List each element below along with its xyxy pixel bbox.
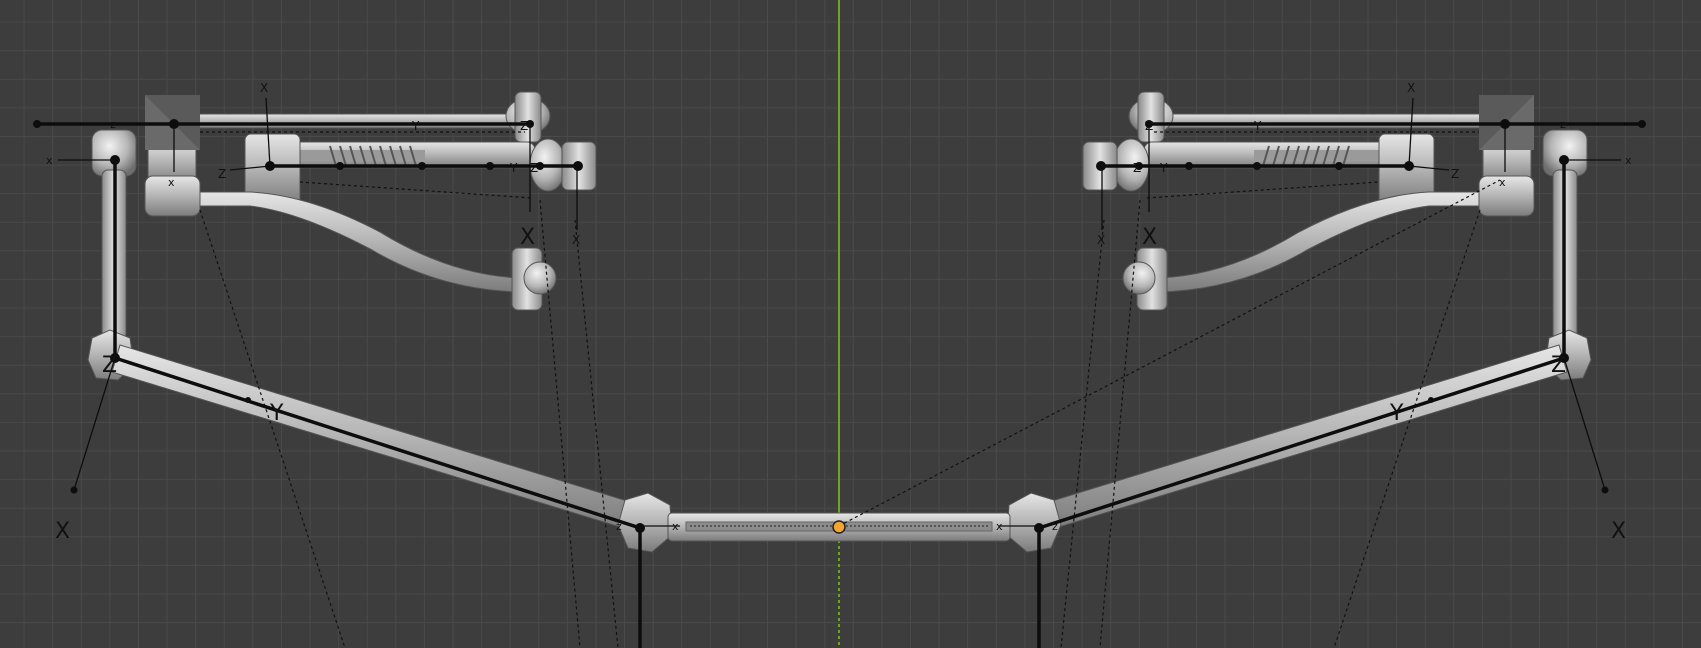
axis-label-z: z	[1560, 118, 1566, 131]
axis-label-x: X	[260, 81, 268, 95]
axis-label-y: Y	[1159, 161, 1168, 175]
relationship-lines	[199, 131, 1501, 648]
axis-label-z: z	[616, 520, 622, 533]
axis-label-x: X	[1611, 519, 1626, 544]
axis-label-z: Z	[1133, 161, 1141, 175]
axis-label-x: x	[1625, 154, 1632, 167]
axis-label-x: x	[1499, 176, 1506, 189]
axis-label-y: Y	[269, 401, 284, 426]
axis-label-x: X	[55, 519, 70, 544]
object-origin[interactable]	[832, 520, 846, 534]
axis-label-z: Z	[520, 119, 528, 133]
axis-label-y: Y	[1389, 401, 1404, 426]
axis-label-x: X	[1407, 81, 1415, 95]
3d-viewport[interactable]: X X Z Z Y Y X X X X Y Y Z Z Z Z Z Z Y Y …	[0, 0, 1701, 648]
axis-label-x: X	[1097, 233, 1105, 247]
axis-label-z: Z	[102, 353, 117, 378]
axis-label-y: Y	[1253, 119, 1262, 133]
axis-label-z: Z	[530, 161, 538, 175]
axis-label-z: Z	[1145, 119, 1153, 133]
axis-label-z: Z	[218, 167, 226, 181]
axis-label-y: Y	[411, 119, 420, 133]
axis-label-x: x	[672, 520, 679, 533]
axis-label-z: z	[1052, 520, 1058, 533]
axis-label-x: x	[996, 520, 1003, 533]
axis-label-x: X	[1142, 225, 1157, 250]
axis-label-x: X	[520, 225, 535, 250]
axis-label-x: x	[46, 154, 53, 167]
suspension-mesh-right[interactable]	[1006, 91, 1592, 553]
axis-label-z: z	[110, 118, 116, 131]
axis-label-z: Z	[1551, 353, 1566, 378]
suspension-mesh-left[interactable]	[87, 91, 673, 553]
viewport-canvas[interactable]: X X Z Z Y Y X X X X Y Y Z Z Z Z Z Z Y Y …	[0, 0, 1701, 648]
axis-label-z: Z	[1451, 167, 1459, 181]
axis-label-y: Y	[509, 161, 518, 175]
axis-label-x: X	[572, 233, 580, 247]
axis-label-x: x	[168, 176, 175, 189]
